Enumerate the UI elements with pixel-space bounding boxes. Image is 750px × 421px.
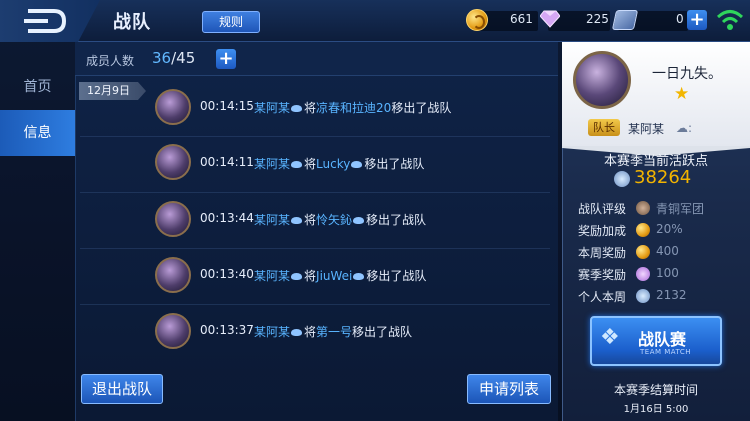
back-arrow-icon	[24, 9, 67, 33]
team-match-sublabel: TEAM MATCH	[640, 348, 692, 356]
diamond-icon	[540, 10, 560, 28]
team-name: 一日九失。	[652, 66, 722, 82]
chat-bubble-icon	[291, 217, 303, 224]
member-count-value: 36/45	[152, 49, 196, 67]
team-emblem-icon	[573, 51, 631, 109]
member-count-label: 成员人数	[86, 54, 135, 68]
gem-count: 225	[586, 12, 609, 26]
log-message: 某阿某 将第一号移出了战队	[254, 325, 413, 339]
member-count-row	[75, 42, 558, 76]
chat-bubble-icon	[291, 329, 303, 336]
nav-item-home[interactable]: 首页	[0, 64, 75, 110]
coin-icon	[636, 223, 650, 237]
chat-bubble-icon	[291, 273, 303, 280]
star-icon: ★	[674, 84, 690, 104]
log-message: 某阿某 将怜矢鈊 移出了战队	[254, 213, 427, 227]
list-item: 00:13:40 某阿某 将JiuWei 移出了战队	[80, 247, 550, 305]
stat-value: 20%	[656, 222, 683, 236]
chat-bubble-icon	[291, 105, 303, 112]
stat-label: 赛季奖励	[578, 268, 627, 282]
log-message: 某阿某 将JiuWei 移出了战队	[254, 269, 427, 283]
avatar	[155, 257, 191, 293]
invite-member-button[interactable]: +	[216, 49, 236, 69]
coin-icon	[636, 245, 650, 259]
chat-bubble-icon	[353, 273, 365, 280]
page-title: 战队	[113, 12, 151, 33]
stat-label: 个人本周	[578, 290, 627, 304]
log-time: 00:14:11	[200, 155, 254, 169]
stat-value: 2132	[656, 288, 687, 302]
log-time: 00:13:40	[200, 267, 254, 281]
team-match-label: 战队赛	[638, 330, 687, 349]
log-message: 某阿某 将凉春和拉迪20移出了战队	[254, 101, 452, 115]
list-item: 00:13:44 某阿某 将怜矢鈊 移出了战队	[80, 191, 550, 249]
season-end-date: 1月16日 5:00	[623, 404, 689, 415]
rules-button[interactable]: 规则	[202, 11, 260, 33]
avatar	[155, 313, 191, 349]
chat-bubble-icon[interactable]: ☁:	[676, 121, 692, 135]
gem-icon	[636, 267, 650, 281]
application-list-button[interactable]: 申请列表	[467, 374, 551, 404]
stat-value: 青铜军团	[656, 202, 705, 216]
list-item: 00:14:11 某阿某 将Lucky 移出了战队	[80, 135, 550, 193]
rank-icon	[636, 201, 650, 215]
list-item: 00:14:15 某阿某 将凉春和拉迪20移出了战队	[80, 79, 550, 137]
season-active-value: 38264	[634, 167, 692, 188]
stat-label: 本周奖励	[578, 246, 627, 260]
avatar	[155, 201, 191, 237]
nav-item-info[interactable]: 信息	[0, 110, 75, 156]
stat-value: 400	[656, 244, 679, 258]
gold-coin-icon	[466, 9, 488, 31]
log-time: 00:13:37	[200, 323, 254, 337]
stat-label: 战队评级	[578, 202, 627, 216]
list-item: 00:13:37 某阿某 将第一号移出了战队	[80, 303, 550, 361]
chat-bubble-icon	[291, 161, 303, 168]
avatar	[155, 89, 191, 125]
dragon-icon: ❖	[600, 325, 620, 350]
avatar	[155, 144, 191, 180]
stat-label: 奖励加成	[578, 224, 627, 238]
wifi-icon	[716, 10, 744, 30]
chat-bubble-icon	[353, 217, 365, 224]
activity-points-icon	[614, 171, 630, 187]
captain-badge: 队长	[588, 119, 620, 136]
log-time: 00:13:44	[200, 211, 254, 225]
points-icon	[636, 289, 650, 303]
captain-name: 某阿某	[628, 122, 665, 136]
voucher-count: 0	[676, 12, 684, 26]
log-message: 某阿某 将Lucky 移出了战队	[254, 157, 425, 171]
leave-team-button[interactable]: 退出战队	[81, 374, 163, 404]
stat-value: 100	[656, 266, 679, 280]
log-time: 00:14:15	[200, 99, 254, 113]
chat-bubble-icon	[351, 161, 363, 168]
season-end-label: 本赛季结算时间	[613, 383, 698, 397]
voucher-icon	[611, 10, 639, 30]
coin-count: 661	[510, 12, 533, 26]
add-currency-button[interactable]: +	[687, 10, 707, 30]
